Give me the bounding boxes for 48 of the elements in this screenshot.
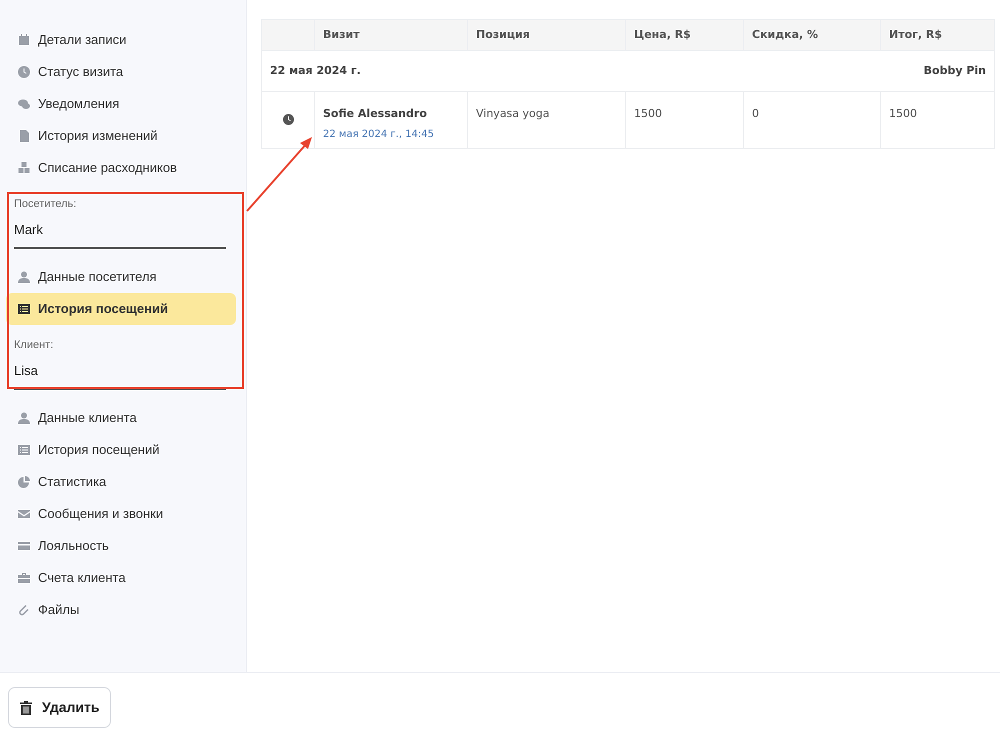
list-icon (18, 444, 30, 456)
sidebar-item[interactable]: Статус визита (6, 56, 236, 88)
field-label: Посетитель: (14, 197, 78, 212)
clock-icon (282, 114, 294, 126)
chat-bubbles-icon (18, 98, 30, 110)
column-header: Позиция (468, 20, 626, 50)
sidebar-item[interactable]: Статистика (6, 466, 236, 498)
briefcase-icon (18, 572, 30, 584)
column-header: Визит (314, 20, 468, 50)
sidebar-item[interactable]: Детали записи (6, 24, 236, 56)
table-cell: 1500 (880, 92, 994, 148)
delete-button[interactable]: Удалить (8, 687, 112, 728)
person-icon (18, 412, 30, 424)
cubes-icon (18, 162, 30, 174)
sidebar-item[interactable]: Данные посетителя (6, 261, 236, 293)
calendar-icon (18, 34, 30, 46)
visit-datetime-link[interactable]: 22 мая 2024 г., 14:45 (323, 126, 459, 142)
field-label: Клиент: (14, 338, 54, 353)
credit-card-icon (18, 540, 30, 552)
sidebar-item[interactable]: Уведомления (6, 88, 236, 120)
trash-icon (20, 700, 32, 714)
sidebar-item[interactable]: Списание расходников (6, 152, 236, 184)
visitor-name: Sofie Alessandro (323, 106, 428, 122)
sidebar-item[interactable]: Счета клиента (6, 562, 236, 594)
table-cell: Vinyasa yoga (468, 92, 626, 148)
sidebar-item[interactable]: Данные клиента (6, 402, 236, 434)
sidebar-item[interactable]: Файлы (6, 594, 236, 626)
clock-icon (18, 66, 30, 78)
column-header: Скидка, % (744, 20, 880, 50)
group-date: 22 мая 2024 г. (270, 62, 361, 79)
paperclip-icon (18, 604, 30, 616)
document-icon (18, 130, 30, 142)
person-icon (18, 271, 30, 283)
column-header: Цена, R$ (626, 20, 744, 50)
staff-name: Bobby Pin (924, 62, 986, 79)
sidebar-item[interactable]: История посещений (6, 434, 236, 466)
envelope-icon (18, 508, 30, 520)
table-cell: 0 (744, 92, 880, 148)
sidebar-item[interactable]: Сообщения и звонки (6, 498, 236, 530)
sidebar-item[interactable]: История изменений (6, 120, 236, 152)
name-field: Mark (14, 212, 226, 249)
sidebar-item[interactable]: История посещений (6, 293, 236, 325)
pie-chart-icon (18, 476, 30, 488)
table-cell: 1500 (626, 92, 744, 148)
name-field: Lisa (14, 354, 226, 390)
sidebar-item[interactable]: Лояльность (6, 530, 236, 562)
list-icon (18, 303, 30, 315)
column-header: Итог, R$ (880, 20, 994, 50)
